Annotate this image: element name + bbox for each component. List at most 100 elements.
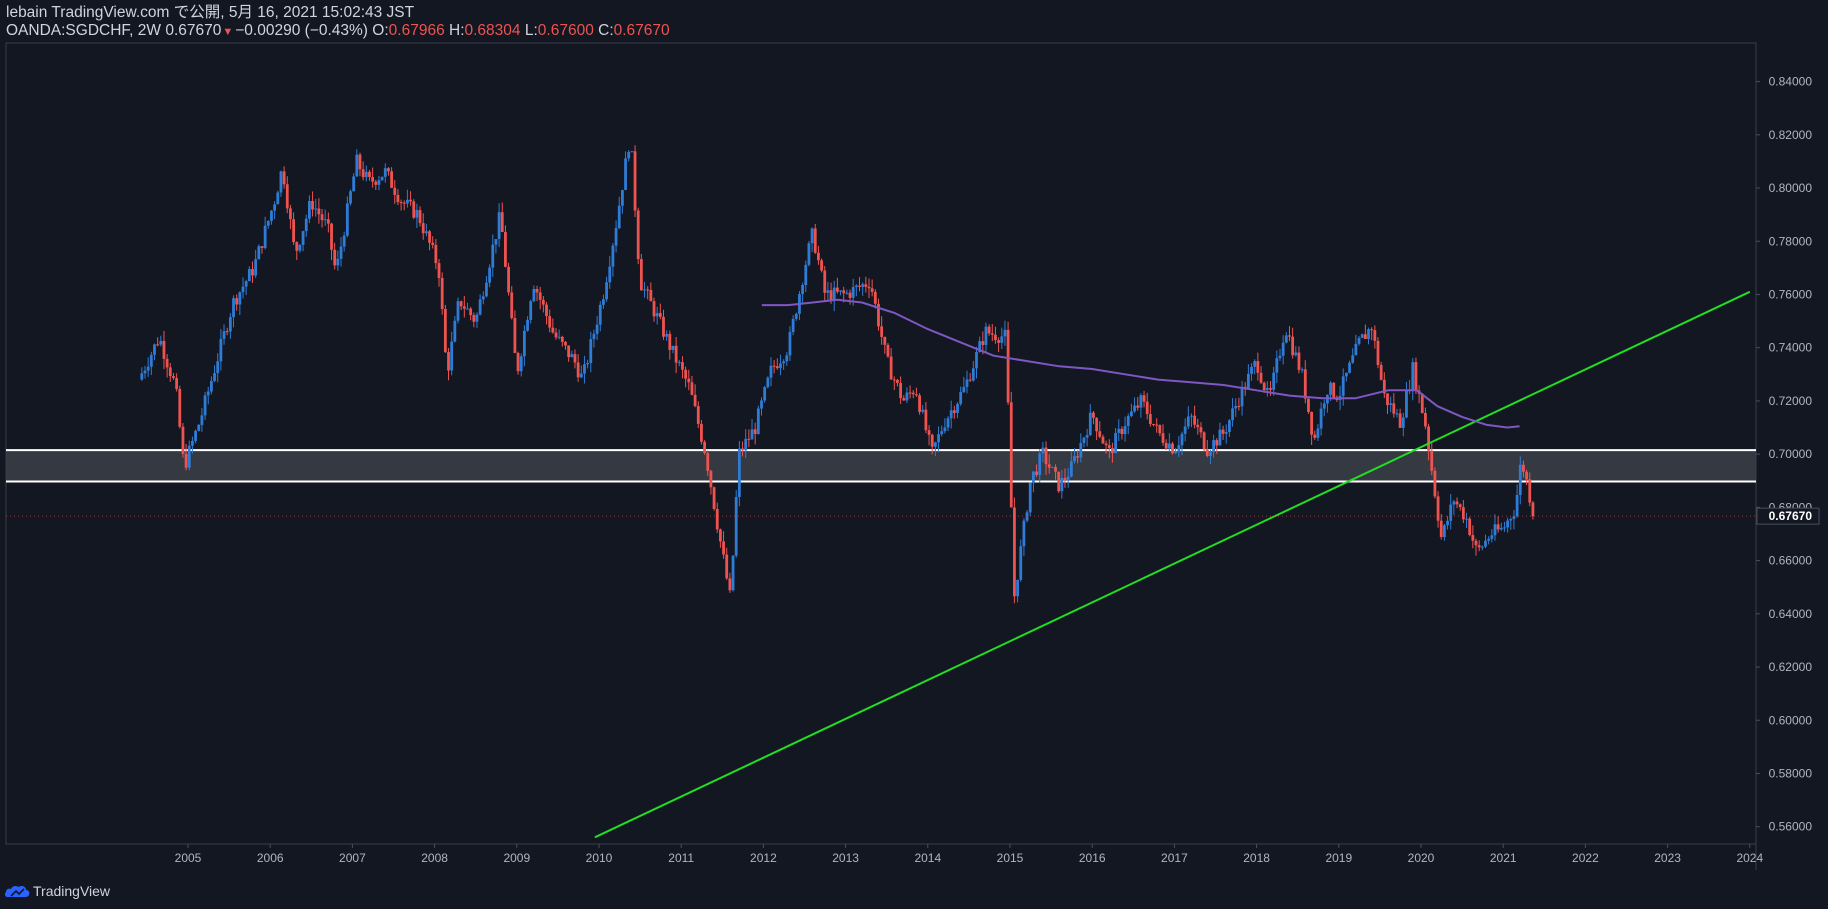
candle	[545, 301, 548, 325]
candle	[535, 285, 539, 302]
candle	[994, 326, 997, 344]
candle	[301, 230, 305, 252]
candle	[959, 386, 963, 406]
candle-body	[469, 308, 473, 316]
candle	[1424, 407, 1427, 430]
candle-body	[1006, 329, 1010, 403]
candle	[1126, 413, 1130, 435]
candle	[690, 375, 694, 396]
candle	[801, 282, 805, 305]
candle-body	[1294, 352, 1298, 356]
brand-label[interactable]: TradingView	[33, 883, 110, 899]
candle	[595, 316, 599, 340]
trendline[interactable]	[594, 290, 1751, 839]
x-tick-label: 2013	[832, 851, 859, 865]
candle	[579, 365, 583, 379]
y-tick-label: 0.72000	[1769, 394, 1813, 408]
candle-body	[817, 252, 820, 261]
candle-body	[478, 299, 482, 315]
candle-body	[1155, 424, 1159, 426]
candle	[478, 294, 482, 316]
candle	[159, 335, 163, 347]
candle-body	[605, 282, 608, 300]
candle-body	[1398, 413, 1402, 428]
candle	[892, 376, 896, 391]
candle	[1085, 428, 1089, 447]
candle-body	[1104, 443, 1108, 446]
candle-body	[766, 377, 770, 388]
candle	[1392, 393, 1396, 418]
candle	[323, 209, 327, 226]
candle-body	[1190, 415, 1193, 417]
candle	[1417, 385, 1421, 404]
candle	[1373, 325, 1377, 349]
candle	[1344, 372, 1348, 382]
candle-body	[1288, 335, 1291, 337]
candle	[668, 330, 672, 360]
candle-body	[870, 288, 874, 292]
candle-body	[1171, 443, 1174, 454]
candle-body	[279, 171, 283, 193]
candle-body	[677, 362, 681, 364]
candle	[295, 241, 299, 261]
plot-area[interactable]	[6, 43, 1756, 844]
candle-body	[453, 320, 457, 342]
candle-body	[1300, 369, 1304, 371]
candle-body	[206, 391, 210, 396]
candle-body	[706, 453, 710, 471]
candle-body	[273, 204, 277, 211]
candle-body	[1370, 329, 1374, 331]
candle-body	[835, 287, 839, 292]
candle	[633, 145, 637, 217]
candle-body	[700, 423, 703, 442]
candle-body	[406, 199, 409, 204]
candle-body	[431, 242, 435, 245]
candle	[1139, 393, 1143, 418]
candle-body	[1193, 415, 1197, 425]
candle-body	[402, 202, 406, 204]
candle	[1237, 397, 1241, 411]
x-tick-label: 2015	[997, 851, 1024, 865]
candle	[794, 312, 798, 321]
candle	[693, 384, 697, 408]
price-chart[interactable]: 0.84000 0.82000 0.80000 0.78000 0.76000 0.740…	[0, 0, 1828, 909]
candle-body	[1148, 414, 1152, 424]
candle	[1158, 424, 1162, 437]
candle-body	[1107, 445, 1111, 448]
candle	[165, 354, 169, 378]
candle-body	[491, 244, 495, 268]
candle-body	[962, 386, 966, 393]
candle-body	[813, 228, 817, 253]
y-tick-label: 0.82000	[1769, 128, 1813, 142]
candle-body	[643, 289, 646, 291]
candle-body	[358, 154, 362, 170]
candle	[1221, 425, 1225, 440]
candle-body	[314, 208, 318, 210]
candle-body	[639, 259, 643, 291]
candle	[500, 202, 504, 233]
candle-body	[905, 392, 909, 401]
candle	[1455, 497, 1459, 509]
candle-body	[674, 345, 678, 363]
candle-body	[662, 316, 665, 337]
candle	[1013, 497, 1016, 604]
candle	[1281, 335, 1285, 365]
candle	[462, 295, 466, 318]
candle	[1512, 509, 1516, 530]
candle	[298, 244, 302, 253]
candle-body	[481, 296, 485, 300]
candle-body	[842, 290, 846, 294]
candle-body	[889, 356, 893, 380]
candle	[1322, 399, 1326, 417]
support-zone[interactable]	[6, 449, 1756, 483]
candle-body	[434, 244, 438, 264]
candle-body	[1044, 447, 1048, 465]
candle-body	[1098, 431, 1102, 437]
candle-body	[317, 208, 321, 215]
candle-body	[769, 365, 773, 378]
candle	[763, 386, 767, 403]
candle	[1167, 433, 1171, 452]
candle	[538, 286, 542, 310]
candle-body	[526, 319, 529, 331]
candle-body	[1284, 335, 1288, 343]
